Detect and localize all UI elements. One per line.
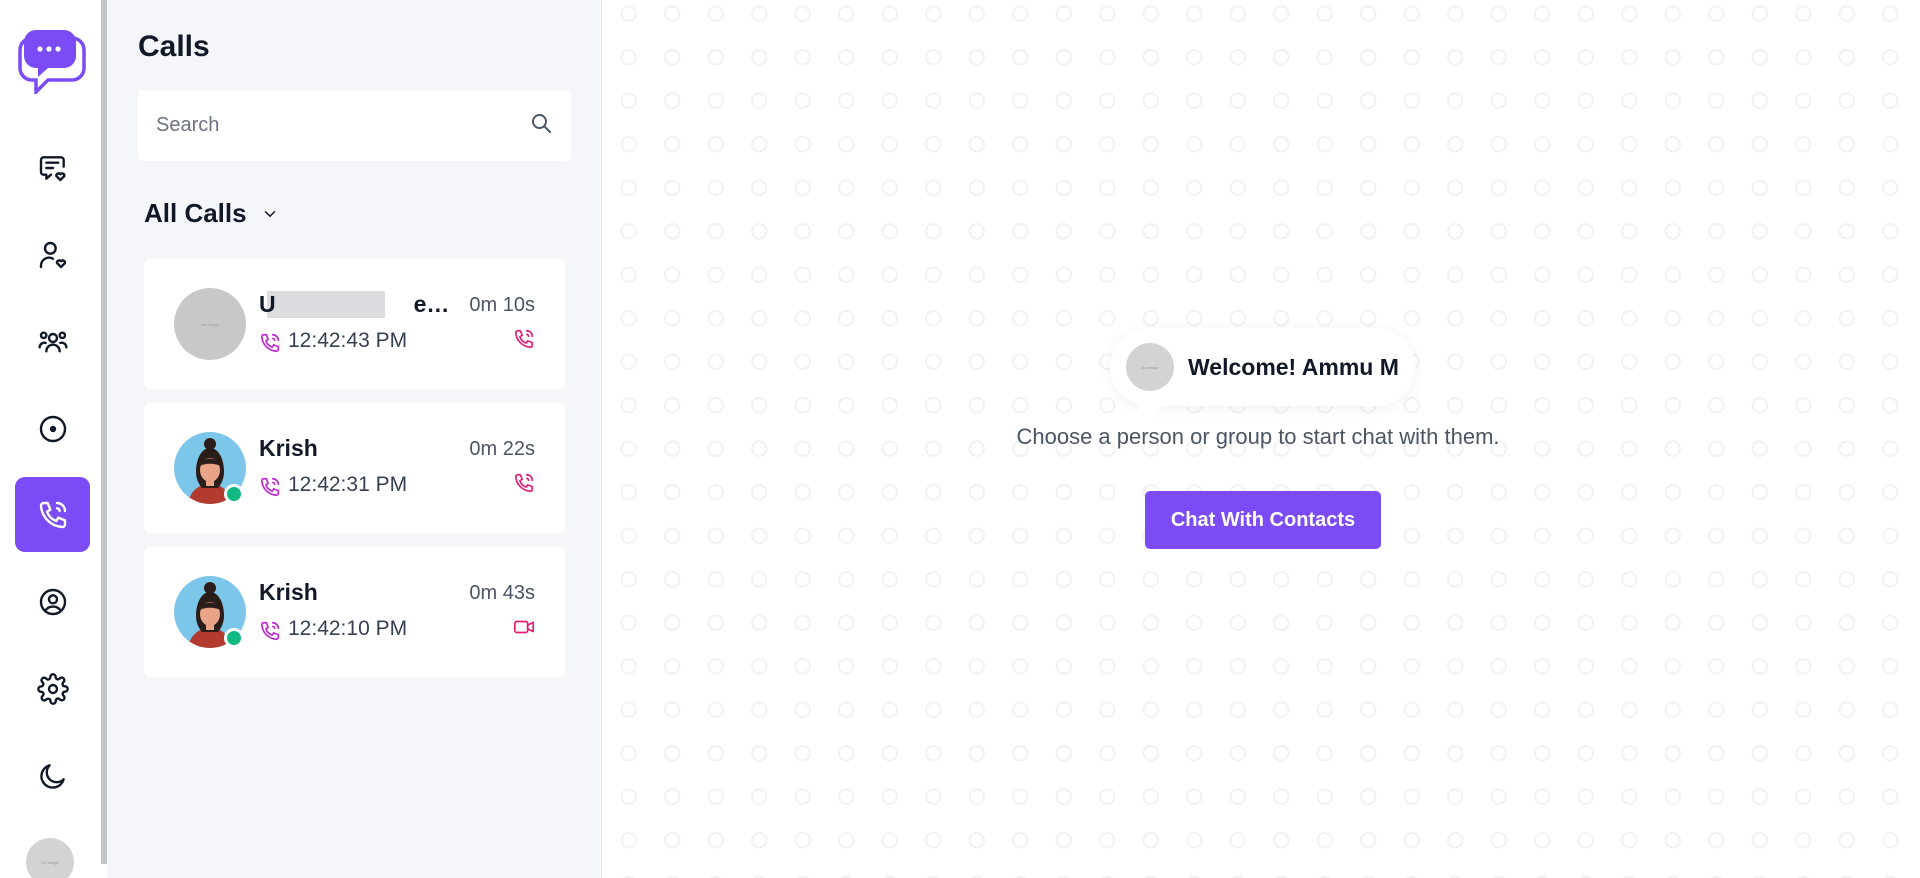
online-status-indicator — [224, 628, 244, 648]
filter-label: All Calls — [144, 198, 247, 228]
call-list-item[interactable]: Krish 0m 43s 12:42:10 PM — [144, 546, 565, 678]
welcome-area: No Image Welcome! Ammu M Choose a person… — [603, 0, 1920, 878]
call-filter-dropdown[interactable]: All Calls — [144, 198, 279, 229]
call-duration: 0m 10s — [469, 294, 535, 316]
users-icon — [37, 330, 68, 353]
call-time: 12:42:31 PM — [288, 473, 408, 496]
video-icon[interactable] — [513, 616, 535, 638]
user-heart-icon — [39, 241, 66, 268]
rail-user-avatar[interactable]: No Image — [26, 838, 74, 878]
phone-call-icon[interactable] — [513, 328, 535, 350]
status-circle-icon — [39, 415, 66, 442]
gear-icon — [36, 672, 69, 705]
rail-settings-button[interactable] — [15, 651, 90, 726]
rail-chats-button[interactable] — [15, 130, 90, 205]
rail-contacts-button[interactable] — [15, 217, 90, 292]
avatar-placeholder-text: No Image — [201, 321, 219, 327]
message-heart-icon — [39, 155, 66, 181]
chevron-down-icon — [264, 210, 275, 217]
welcome-greeting: Welcome! Ammu M — [1188, 353, 1399, 380]
welcome-subtitle: Choose a person or group to start chat w… — [603, 424, 1913, 450]
search-box — [138, 90, 571, 161]
call-duration: 0m 43s — [469, 582, 535, 604]
avatar: No Image — [1126, 343, 1174, 391]
rail-theme-toggle[interactable] — [15, 738, 90, 813]
calls-panel: Calls All Calls No Image U ecei... 0m 10… — [107, 0, 602, 878]
call-time: 12:42:43 PM — [288, 329, 408, 352]
welcome-bubble: No Image Welcome! Ammu M — [1110, 328, 1415, 420]
rail-profile-button[interactable] — [15, 564, 90, 639]
avatar-placeholder-text: No Image — [1141, 364, 1159, 370]
moon-icon — [39, 763, 65, 789]
phone-call-icon — [39, 501, 66, 528]
avatar-placeholder-text: No Image — [41, 859, 59, 865]
phone-incoming-icon — [259, 332, 281, 354]
caller-name: Krish — [259, 435, 318, 461]
caller-name: Krish — [259, 579, 318, 605]
rail-calls-button[interactable] — [15, 477, 90, 552]
app-logo-icon[interactable] — [14, 28, 86, 97]
phone-incoming-icon — [259, 620, 281, 642]
call-list-item[interactable]: Krish 0m 22s 12:42:31 PM — [144, 402, 565, 534]
rail-groups-button[interactable] — [15, 304, 90, 379]
call-list-item[interactable]: No Image U ecei... 0m 10s 12:42:43 PM — [144, 258, 565, 390]
chat-with-contacts-button[interactable]: Chat With Contacts — [1145, 491, 1381, 549]
call-time: 12:42:10 PM — [288, 617, 408, 640]
search-input[interactable] — [156, 114, 529, 137]
welcome-subtitle-text: Choose a person or group to start chat w… — [1016, 424, 1500, 449]
user-circle-icon — [39, 588, 66, 615]
phone-call-icon[interactable] — [513, 472, 535, 494]
online-status-indicator — [224, 484, 244, 504]
icon-rail: No Image — [0, 0, 101, 878]
phone-incoming-icon — [259, 476, 281, 498]
search-icon[interactable] — [529, 111, 553, 140]
avatar: No Image — [174, 288, 246, 360]
rail-status-button[interactable] — [15, 391, 90, 466]
page-title: Calls — [138, 30, 210, 63]
call-duration: 0m 22s — [469, 438, 535, 460]
caller-name: U ecei... — [259, 291, 459, 318]
